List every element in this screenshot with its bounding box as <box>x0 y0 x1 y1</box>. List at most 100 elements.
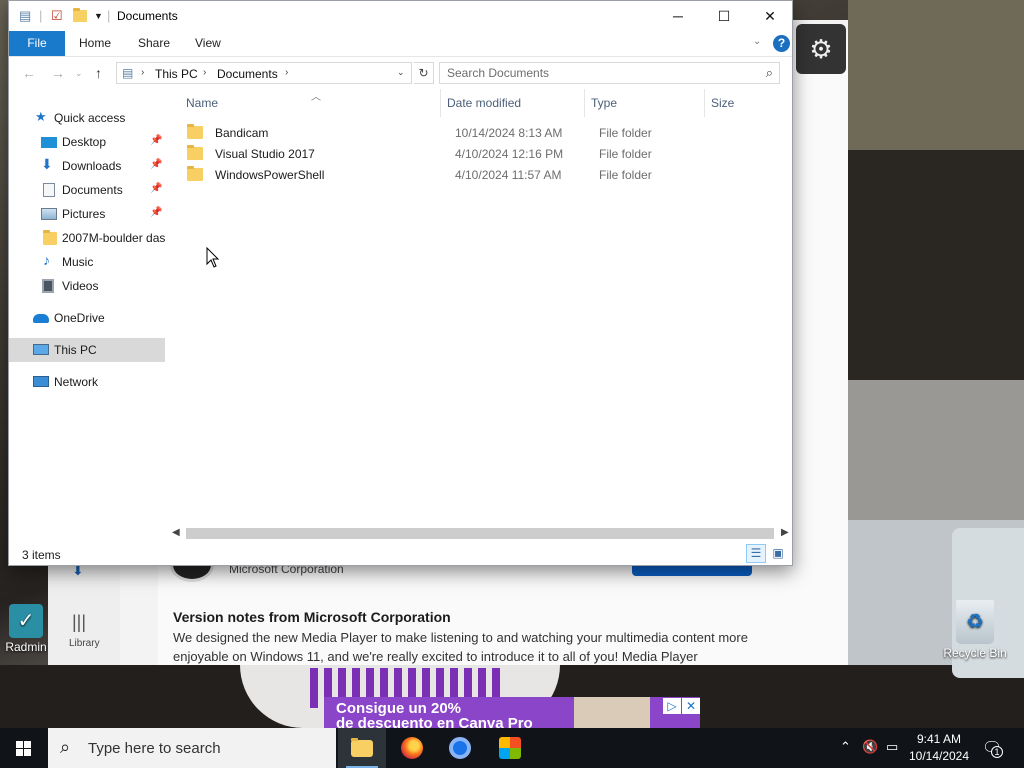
nav-pictures[interactable]: Pictures 📌 <box>9 202 165 226</box>
scrollbar-thumb[interactable] <box>186 528 774 539</box>
clock-date: 10/14/2024 <box>908 749 970 763</box>
ad-line: Consigue un 20% <box>336 700 462 717</box>
nav-desktop[interactable]: Desktop 📌 <box>9 130 165 154</box>
navigation-pane: ★ Quick access Desktop 📌 ⬇ Downloads 📌 D… <box>9 91 169 531</box>
tab-home[interactable]: Home <box>65 31 125 56</box>
nav-label: 2007M-boulder das <box>62 231 165 245</box>
minimize-button[interactable]: ─ <box>655 1 701 31</box>
wallpaper-shape <box>848 150 1024 380</box>
close-button[interactable]: ✕ <box>747 1 793 31</box>
back-arrow-icon[interactable]: ← <box>22 65 36 81</box>
library-label[interactable]: Library <box>69 638 100 649</box>
nav-documents[interactable]: Documents 📌 <box>9 178 165 202</box>
refresh-button[interactable]: ↻ <box>414 62 434 84</box>
chevron-down-icon[interactable]: ▼ <box>94 11 103 21</box>
table-row[interactable]: Bandicam 10/14/2024 8:13 AM File folder <box>187 122 787 143</box>
help-icon[interactable]: ? <box>773 35 790 52</box>
tab-view[interactable]: View <box>181 31 235 56</box>
store-taskbar-button[interactable] <box>486 728 534 768</box>
volume-muted-icon[interactable]: 🔇 <box>862 739 878 755</box>
action-center-button[interactable]: 🗨 1 <box>982 738 1003 758</box>
pin-icon[interactable]: 📌 <box>150 135 162 146</box>
checkmark-icon[interactable]: ☑ <box>51 8 63 24</box>
file-explorer-taskbar-button[interactable] <box>338 728 386 768</box>
column-header-type[interactable]: Type <box>591 96 617 110</box>
breadcrumb-separator-icon[interactable]: › <box>203 67 206 78</box>
nav-videos[interactable]: Videos <box>9 274 165 298</box>
scroll-right-icon[interactable]: ▶ <box>781 527 789 538</box>
nav-2007m-boulder[interactable]: 2007M-boulder das <box>9 226 165 250</box>
search-icon[interactable]: ⌕ <box>766 65 773 81</box>
search-input[interactable] <box>440 63 750 83</box>
expand-ribbon-icon[interactable]: ⌄ <box>753 36 761 47</box>
up-arrow-icon[interactable]: ↑ <box>95 65 102 81</box>
nav-this-pc[interactable]: This PC <box>9 338 165 362</box>
item-count: 3 items <box>22 548 61 562</box>
column-header-date[interactable]: Date modified <box>447 96 521 110</box>
new-folder-icon[interactable] <box>73 8 87 22</box>
chevron-up-icon[interactable]: ⌃ <box>840 739 851 755</box>
nav-quick-access[interactable]: ★ Quick access <box>9 106 165 130</box>
nav-downloads[interactable]: ⬇ Downloads 📌 <box>9 154 165 178</box>
properties-icon[interactable]: ▤ <box>19 8 31 24</box>
title-bar: ▤ | ☑ ▼ | Documents ─ ☐ ✕ <box>9 1 792 31</box>
column-divider[interactable] <box>440 89 441 117</box>
nav-network[interactable]: Network <box>9 370 165 394</box>
table-row[interactable]: Visual Studio 2017 4/10/2024 12:16 PM Fi… <box>187 143 787 164</box>
pin-icon[interactable]: 📌 <box>150 159 162 170</box>
breadcrumb-separator-icon[interactable]: › <box>285 67 288 78</box>
chrome-taskbar-button[interactable] <box>436 728 484 768</box>
ad-close-icon[interactable]: ✕ <box>682 698 700 714</box>
firefox-taskbar-button[interactable] <box>388 728 436 768</box>
wallpaper-shape <box>848 0 1024 150</box>
nav-onedrive[interactable]: OneDrive <box>9 306 165 330</box>
column-divider[interactable] <box>704 89 705 117</box>
horizontal-scrollbar[interactable]: ◀ ▶ <box>169 525 792 542</box>
address-dropdown-icon[interactable]: ⌄ <box>397 67 405 78</box>
forward-arrow-icon[interactable]: → <box>51 65 65 81</box>
wallpaper-shape <box>848 380 1024 520</box>
ad-line: de descuento en Canva Pro <box>336 715 533 728</box>
maximize-button[interactable]: ☐ <box>701 1 747 31</box>
recent-locations-icon[interactable]: ⌄ <box>75 68 83 79</box>
windows-logo-icon <box>16 741 32 756</box>
nav-music[interactable]: ♪ Music <box>9 250 165 274</box>
breadcrumb-documents[interactable]: Documents <box>217 67 278 81</box>
details-view-icon[interactable]: ☰ <box>746 544 766 563</box>
address-bar[interactable]: ▤ › This PC › Documents › ⌄ <box>116 62 412 84</box>
videos-icon <box>42 279 54 293</box>
breadcrumb-this-pc[interactable]: This PC <box>155 67 198 81</box>
file-type: File folder <box>599 126 652 140</box>
search-field[interactable]: ⌕ <box>439 62 780 84</box>
column-header-name[interactable]: Name <box>186 96 218 110</box>
ad-banner[interactable]: Consigue un 20% de descuento en Canva Pr… <box>324 697 700 728</box>
taskbar-search-box[interactable]: ⌕ Type here to search <box>48 728 336 768</box>
start-button[interactable] <box>0 728 48 768</box>
recycle-bin-desktop-icon[interactable]: ♻ Recycle Bin <box>940 600 1010 660</box>
scroll-left-icon[interactable]: ◀ <box>172 527 180 538</box>
desktop-icon <box>41 137 57 148</box>
column-header-size[interactable]: Size <box>711 96 734 110</box>
table-row[interactable]: WindowsPowerShell 4/10/2024 11:57 AM Fil… <box>187 164 787 185</box>
pin-icon[interactable]: 📌 <box>150 183 162 194</box>
file-explorer-icon <box>351 738 373 757</box>
search-icon: ⌕ <box>60 737 71 757</box>
chrome-icon <box>449 737 471 759</box>
ad-image <box>574 697 650 728</box>
ad-info-icon[interactable]: ▷ <box>663 698 681 714</box>
pin-icon[interactable]: 📌 <box>150 207 162 218</box>
breadcrumb-separator-icon[interactable]: › <box>141 67 144 78</box>
column-divider[interactable] <box>584 89 585 117</box>
radmin-desktop-icon[interactable]: ✓ Radmin <box>2 604 50 654</box>
large-icons-view-icon[interactable]: ▣ <box>768 544 788 563</box>
nav-label: Downloads <box>62 159 122 173</box>
tab-file[interactable]: File <box>9 31 65 56</box>
gear-icon[interactable]: ⚙ <box>796 24 846 74</box>
clock[interactable]: 9:41 AM 10/14/2024 <box>900 731 978 765</box>
tab-share[interactable]: Share <box>124 31 184 56</box>
network-icon[interactable]: ▭ <box>886 739 898 755</box>
nav-label: OneDrive <box>54 311 105 325</box>
library-icon[interactable]: ||| <box>72 612 86 633</box>
folder-icon <box>187 124 203 139</box>
nav-label: Network <box>54 375 99 389</box>
